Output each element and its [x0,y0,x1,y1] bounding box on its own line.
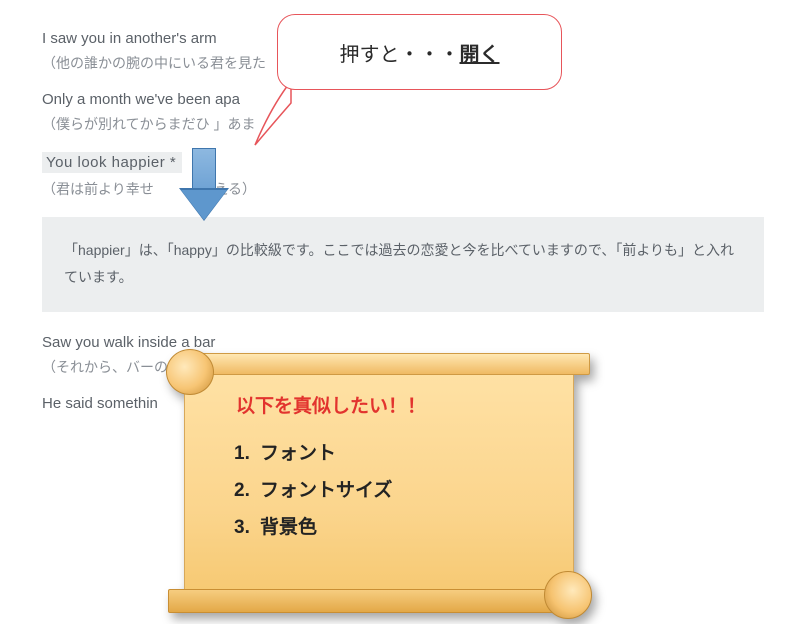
stage: { "lines": [ {"en":"I saw you in another… [0,0,800,624]
bubble-bold: 開く [460,44,500,66]
scroll-note: 以下を真似したい！！ 1.フォント 2.フォントサイズ 3.背景色 [166,353,592,613]
speech-bubble: 押すと・・・開く [277,14,562,90]
scroll-roll-top [166,349,214,395]
line-2-ja: （僕らが別れてからまだひ 」あま [42,114,762,134]
line-3-ja: （君は前より幸せ 見える） [42,179,762,199]
scroll-item-3: 3.背景色 [234,512,562,539]
line-4-en: Saw you walk inside a bar [42,334,762,351]
scroll-title: 以下を真似したい！！ [236,391,562,418]
scroll-item-2: 2.フォントサイズ [234,475,562,502]
scroll-list: 1.フォント 2.フォントサイズ 3.背景色 [234,438,562,539]
bubble-prefix: 押すと・・・ [340,44,460,66]
line-2-en: Only a month we've been apa [42,91,762,108]
scroll-roll-bottom [544,571,592,619]
line-3: You look happier * （君は前より幸せ 見える） [42,152,762,199]
highlighted-lyric[interactable]: You look happier * [42,152,182,173]
speech-bubble-text: 押すと・・・開く [340,38,500,67]
line-2: Only a month we've been apa （僕らが別れてからまだひ… [42,91,762,134]
scroll-content: 以下を真似したい！！ 1.フォント 2.フォントサイズ 3.背景色 [212,389,562,577]
scroll-bar-top [202,353,590,375]
scroll-item-1: 1.フォント [234,438,562,465]
scroll-bar-bottom [168,589,556,613]
down-arrow-icon [181,148,227,224]
explanation-box: 「happier」は、「happy」の比較級です。ここでは過去の恋愛と今を比べて… [42,217,764,312]
